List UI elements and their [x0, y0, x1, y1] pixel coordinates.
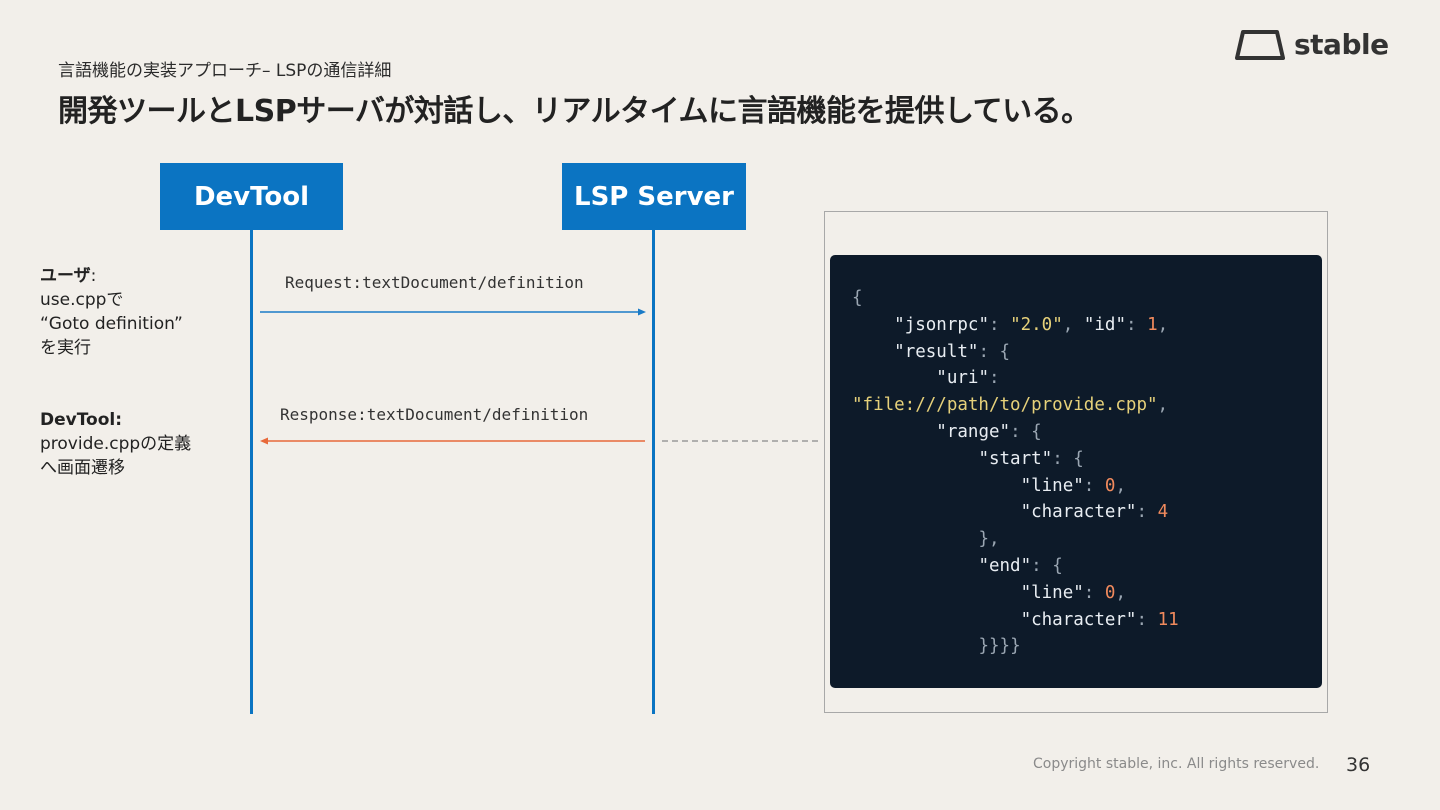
code-line: {: [852, 288, 863, 308]
note-user-suffix: :: [90, 266, 97, 286]
response-label: Response:textDocument/definition: [280, 405, 589, 424]
note-devtool-heading: DevTool:: [40, 410, 123, 430]
request-arrow: [260, 308, 646, 316]
note-user-line-1: use.cppで: [40, 290, 124, 310]
note-user-line-3: を実行: [40, 338, 91, 358]
code-line: "result": {: [894, 341, 1011, 362]
lifeline-lsp-server: [652, 230, 655, 714]
note-user-action: ユーザ: use.cppで “Goto definition” を実行: [40, 264, 183, 360]
code-line: "character": 4: [1020, 502, 1169, 523]
code-line: "character": 11: [1020, 609, 1179, 630]
actor-devtool: DevTool: [160, 163, 343, 230]
note-devtool-line-1: provide.cppの定義: [40, 434, 192, 454]
lifeline-devtool: [250, 230, 253, 714]
code-line: "jsonrpc": "2.0", "id": 1,: [894, 314, 1169, 335]
brand-logo: stable: [1234, 28, 1389, 61]
slide-title: 開発ツールとLSPサーバが対話し、リアルタイムに言語機能を提供している。: [58, 94, 1091, 129]
response-arrow: [260, 437, 645, 445]
json-response-code: { "jsonrpc": "2.0", "id": 1, "result": {…: [830, 255, 1322, 688]
actor-lsp-server: LSP Server: [562, 163, 746, 230]
note-devtool-line-2: へ画面遷移: [40, 458, 125, 478]
dashed-connector: [662, 440, 822, 442]
logo-text: stable: [1294, 28, 1389, 61]
code-line: "range": {: [936, 421, 1042, 442]
code-line: "uri":: [936, 368, 1000, 389]
note-user-line-2: “Goto definition”: [40, 314, 183, 334]
request-label: Request:textDocument/definition: [285, 273, 584, 292]
code-line: "end": {: [978, 555, 1063, 576]
code-line: "file:///path/to/provide.cpp",: [852, 395, 1169, 416]
code-line: "line": 0,: [1020, 582, 1126, 603]
page-number: 36: [1346, 754, 1371, 776]
stable-logo-icon: [1235, 29, 1285, 60]
copyright-text: Copyright stable, inc. All rights reserv…: [1033, 756, 1320, 772]
slide-subtitle: 言語機能の実装アプローチ– LSPの通信詳細: [58, 61, 392, 81]
code-line: "line": 0,: [1020, 475, 1126, 496]
code-line: },: [978, 529, 1000, 550]
note-devtool-action: DevTool: provide.cppの定義 へ画面遷移: [40, 408, 191, 480]
code-line: "start": {: [978, 448, 1084, 469]
code-line: }}}}: [978, 636, 1021, 657]
note-user-heading: ユーザ: [40, 266, 91, 286]
